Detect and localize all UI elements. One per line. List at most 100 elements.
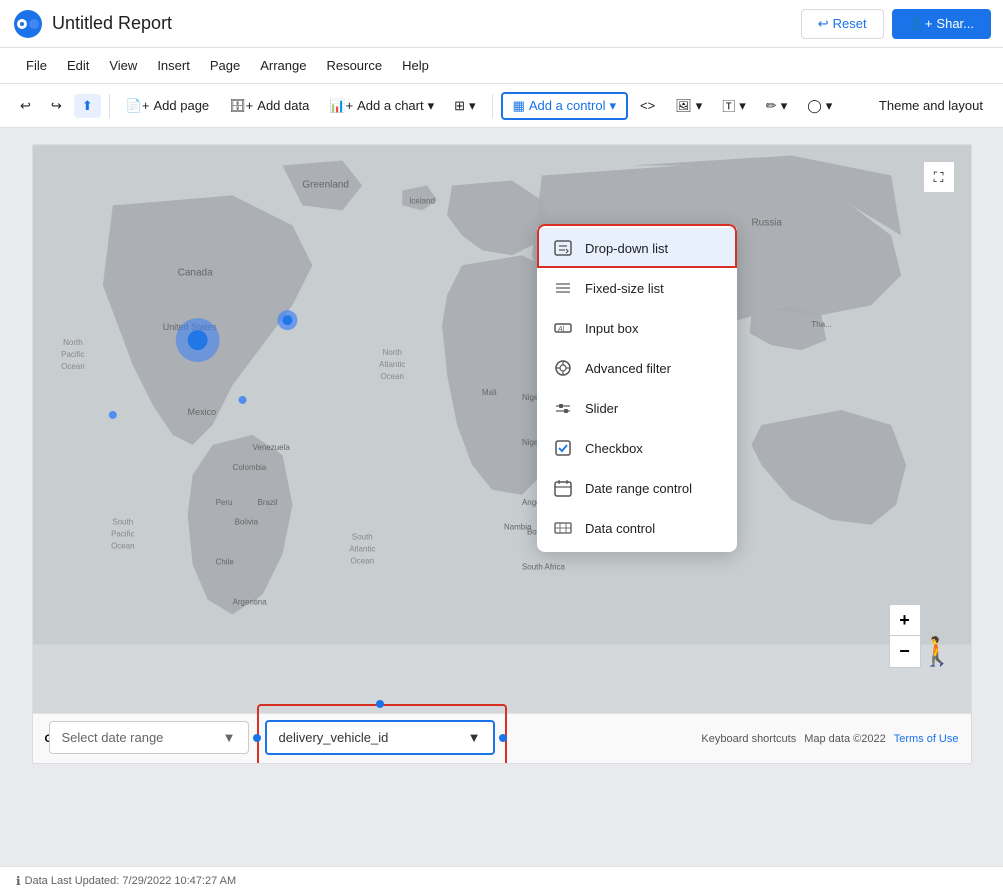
add-control-button[interactable]: ▦ Add a control ▾ bbox=[501, 92, 628, 120]
dropdown-list-icon bbox=[553, 238, 573, 258]
street-view-icon[interactable]: 🚶 bbox=[920, 635, 955, 668]
slider-icon bbox=[553, 398, 573, 418]
undo-icon: ↩ bbox=[20, 98, 31, 114]
redo-button[interactable]: ↪ bbox=[43, 94, 70, 118]
date-range-label: Select date range bbox=[62, 730, 164, 745]
canvas-area: Greenland Canada United States Mexico No… bbox=[0, 128, 1003, 866]
menu-item-checkbox[interactable]: Checkbox bbox=[537, 428, 737, 468]
add-page-icon: 📄+ bbox=[126, 98, 150, 114]
svg-text:Brazil: Brazil bbox=[257, 498, 277, 507]
fullscreen-button[interactable]: ⛶ bbox=[923, 161, 955, 193]
reset-button[interactable]: ↩ Reset bbox=[801, 9, 884, 39]
menu-item-fixed-list-label: Fixed-size list bbox=[585, 281, 664, 296]
svg-text:Greenland: Greenland bbox=[302, 179, 349, 190]
svg-text:Pacific: Pacific bbox=[61, 350, 84, 359]
terms-label: Terms of Use bbox=[894, 733, 959, 745]
redo-icon: ↪ bbox=[51, 98, 62, 114]
delivery-dropdown-control[interactable]: delivery_vehicle_id ▼ bbox=[265, 720, 495, 755]
menu-view[interactable]: View bbox=[99, 54, 147, 77]
code-icon: <> bbox=[640, 98, 655, 113]
control-icon: ▦ bbox=[513, 98, 525, 114]
app-title: Untitled Report bbox=[52, 13, 793, 34]
community-icon: ⊞ bbox=[454, 98, 465, 114]
menu-item-dropdown-list[interactable]: Drop-down list bbox=[537, 228, 737, 268]
share-icon: 👤+ bbox=[909, 16, 933, 32]
image-chevron: ▾ bbox=[696, 98, 703, 114]
status-icon: ℹ bbox=[16, 874, 21, 888]
fixed-list-icon bbox=[553, 278, 573, 298]
menu-item-checkbox-label: Checkbox bbox=[585, 441, 643, 456]
svg-text:Canada: Canada bbox=[177, 267, 212, 278]
menu-item-data-control[interactable]: Data control bbox=[537, 508, 737, 548]
select-tool-button[interactable]: ⬆ bbox=[74, 94, 101, 118]
theme-layout-button[interactable]: Theme and layout bbox=[871, 94, 991, 117]
menu-file[interactable]: File bbox=[16, 54, 57, 77]
toolbar-separator-2 bbox=[492, 94, 493, 118]
resize-handle-right[interactable] bbox=[499, 734, 507, 742]
advanced-filter-icon bbox=[553, 358, 573, 378]
text-button[interactable]: 🅃 ▾ bbox=[714, 92, 754, 119]
menu-resource[interactable]: Resource bbox=[316, 54, 392, 77]
shape-button[interactable]: ◯ ▾ bbox=[799, 94, 840, 118]
app-logo bbox=[12, 8, 44, 40]
code-button[interactable]: <> bbox=[632, 94, 663, 117]
zoom-out-button[interactable]: − bbox=[889, 636, 921, 668]
add-chart-button[interactable]: 📊+ Add a chart ▾ bbox=[321, 94, 442, 118]
svg-text:Mexico: Mexico bbox=[187, 407, 215, 417]
dropdown-value: delivery_vehicle_id bbox=[279, 730, 389, 745]
date-range-arrow: ▼ bbox=[223, 730, 236, 745]
add-data-icon: 🗄+ bbox=[229, 98, 253, 114]
add-chart-icon: 📊+ bbox=[329, 98, 353, 114]
zoom-in-button[interactable]: + bbox=[889, 604, 921, 636]
svg-text:North: North bbox=[382, 348, 402, 357]
date-range-control[interactable]: Select date range ▼ bbox=[49, 721, 249, 754]
menu-edit[interactable]: Edit bbox=[57, 54, 99, 77]
menu-item-data-control-label: Data control bbox=[585, 521, 655, 536]
draw-chevron: ▾ bbox=[781, 98, 788, 114]
share-button[interactable]: 👤+ Shar... bbox=[892, 9, 991, 39]
dropdown-wrapper: delivery_vehicle_id ▼ bbox=[265, 720, 495, 755]
zoom-controls: + − bbox=[889, 604, 921, 668]
add-page-button[interactable]: 📄+ Add page bbox=[118, 94, 217, 118]
svg-text:Mali: Mali bbox=[482, 388, 497, 397]
text-chevron: ▾ bbox=[739, 98, 746, 114]
svg-text:Atlantic: Atlantic bbox=[379, 360, 405, 369]
menu-item-fixed-list[interactable]: Fixed-size list bbox=[537, 268, 737, 308]
svg-text:Ocean: Ocean bbox=[61, 362, 84, 371]
resize-handle-bottom[interactable] bbox=[376, 763, 384, 764]
menu-arrange[interactable]: Arrange bbox=[250, 54, 316, 77]
top-bar: Untitled Report ↩ Reset 👤+ Shar... bbox=[0, 0, 1003, 48]
menu-help[interactable]: Help bbox=[392, 54, 439, 77]
world-map-svg: Greenland Canada United States Mexico No… bbox=[33, 145, 971, 645]
cursor-icon: ⬆ bbox=[82, 98, 93, 114]
menu-item-date-range[interactable]: Date range control bbox=[537, 468, 737, 508]
image-button[interactable]: 🖼 ▾ bbox=[667, 94, 710, 118]
menu-item-advanced-filter-label: Advanced filter bbox=[585, 361, 671, 376]
dropdown-arrow: ▼ bbox=[468, 730, 481, 745]
svg-text:Venezuela: Venezuela bbox=[252, 443, 290, 452]
resize-handle-top[interactable] bbox=[376, 700, 384, 708]
menu-item-slider[interactable]: Slider bbox=[537, 388, 737, 428]
menu-page[interactable]: Page bbox=[200, 54, 250, 77]
text-icon: 🅃 bbox=[722, 96, 735, 115]
svg-text:A|: A| bbox=[557, 326, 565, 333]
input-box-icon: A| bbox=[553, 318, 573, 338]
menu-item-input-box[interactable]: A| Input box bbox=[537, 308, 737, 348]
menu-item-date-range-label: Date range control bbox=[585, 481, 692, 496]
svg-text:Colombia: Colombia bbox=[232, 463, 266, 472]
draw-button[interactable]: ✏ ▾ bbox=[758, 94, 795, 118]
svg-text:South: South bbox=[351, 533, 372, 542]
svg-text:Pacific: Pacific bbox=[111, 530, 134, 539]
community-button[interactable]: ⊞ ▾ bbox=[446, 94, 483, 118]
menu-item-advanced-filter[interactable]: Advanced filter bbox=[537, 348, 737, 388]
control-dropdown-menu: Drop-down list Fixed-size list A| Input … bbox=[537, 224, 737, 552]
add-data-button[interactable]: 🗄+ Add data bbox=[221, 94, 317, 118]
community-chevron: ▾ bbox=[469, 98, 476, 114]
svg-text:Russia: Russia bbox=[751, 217, 782, 228]
menu-insert[interactable]: Insert bbox=[147, 54, 200, 77]
keyboard-shortcuts-label: Keyboard shortcuts bbox=[701, 733, 796, 745]
shape-chevron: ▾ bbox=[826, 98, 833, 114]
add-chart-chevron: ▾ bbox=[428, 98, 435, 114]
resize-handle-left[interactable] bbox=[253, 734, 261, 742]
undo-button[interactable]: ↩ bbox=[12, 94, 39, 118]
